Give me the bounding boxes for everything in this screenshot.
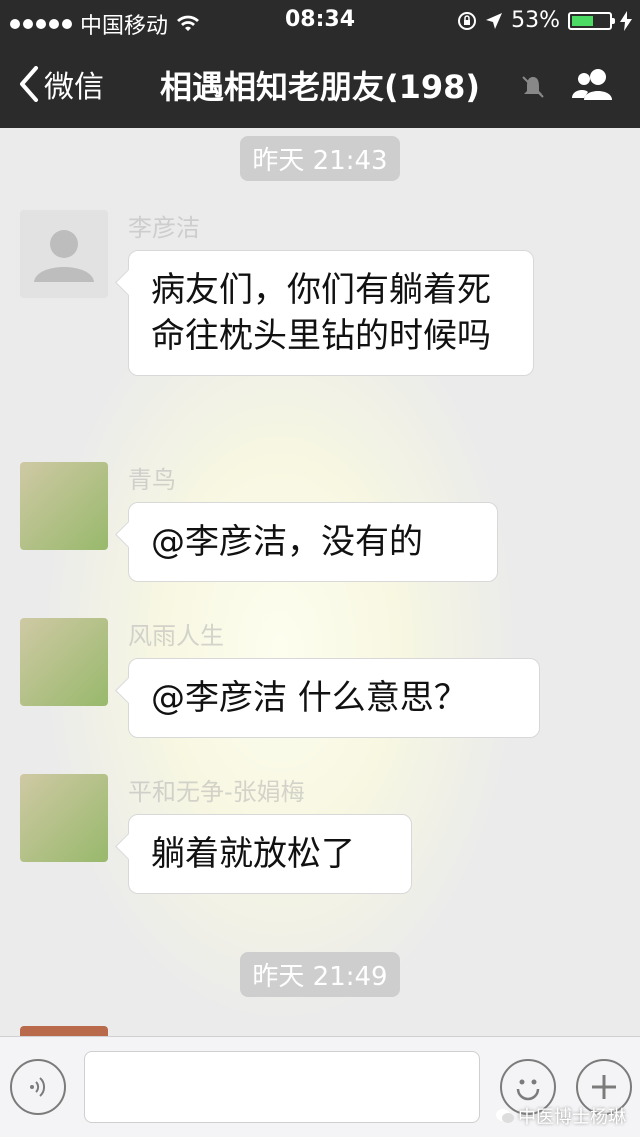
smiley-icon — [516, 1079, 540, 1101]
message-bubble[interactable]: @李彦洁，没有的 — [128, 502, 498, 582]
sender-name: 青鸟 — [128, 466, 176, 494]
top-bar: 中国移动 08:34 53% 微信 相遇相知老朋友(198) — [0, 0, 640, 128]
location-icon — [486, 12, 503, 29]
chat-area[interactable]: 昨天 21:43 李彦洁 病友们，你们有躺着死命往枕头里钻的时候吗 青鸟 @李彦… — [0, 128, 640, 1036]
watermark: 中医博士杨琳 — [496, 1103, 626, 1129]
message-bubble[interactable]: 病友们，你们有躺着死命往枕头里钻的时候吗 — [128, 250, 534, 376]
watermark-text: 中医博士杨琳 — [518, 1107, 626, 1128]
sender-name: 李彦洁 — [128, 214, 200, 242]
mute-bell-icon — [522, 76, 544, 98]
voice-button[interactable] — [10, 1059, 66, 1115]
timestamp-text: 昨天 21:49 — [240, 952, 400, 997]
message-bubble[interactable]: @李彦洁 什么意思？ — [128, 658, 540, 738]
timestamp: 昨天 21:49 — [0, 952, 640, 997]
group-members-icon[interactable] — [570, 66, 616, 102]
avatar[interactable] — [20, 1026, 108, 1036]
timestamp: 昨天 21:43 — [0, 136, 640, 181]
default-avatar-icon — [20, 210, 108, 298]
message-input[interactable] — [84, 1051, 480, 1123]
timestamp-text: 昨天 21:43 — [240, 136, 400, 181]
message-item: 李彦洁 病友们，你们有躺着死命往枕头里钻的时候吗 — [20, 210, 620, 440]
charging-icon — [620, 10, 632, 31]
battery-icon — [568, 11, 615, 30]
message-item: 风雨人生 @李彦洁 什么意思？ — [20, 618, 620, 748]
nav-bar: 微信 相遇相知老朋友(198) — [0, 40, 640, 128]
input-bar: 中医博士杨琳 — [0, 1036, 640, 1137]
avatar[interactable] — [20, 774, 108, 862]
avatar[interactable] — [20, 210, 108, 298]
voice-icon — [30, 1077, 46, 1097]
plus-icon — [592, 1075, 616, 1099]
sender-name: 平和无争-张娟梅 — [128, 778, 305, 806]
battery-percent: 53% — [511, 8, 560, 33]
message-item: 平和无争-张娟梅 躺着就放松了 — [20, 774, 620, 904]
rotation-lock-icon — [458, 11, 477, 30]
status-right: 53% — [457, 8, 632, 33]
message-item: 青鸟 @李彦洁，没有的 — [20, 462, 620, 592]
message-bubble[interactable]: 躺着就放松了 — [128, 814, 412, 894]
avatar[interactable] — [20, 618, 108, 706]
status-bar: 中国移动 08:34 53% — [0, 0, 640, 40]
avatar[interactable] — [20, 462, 108, 550]
sender-name: 风雨人生 — [128, 622, 224, 650]
wechat-icon — [496, 1109, 514, 1123]
